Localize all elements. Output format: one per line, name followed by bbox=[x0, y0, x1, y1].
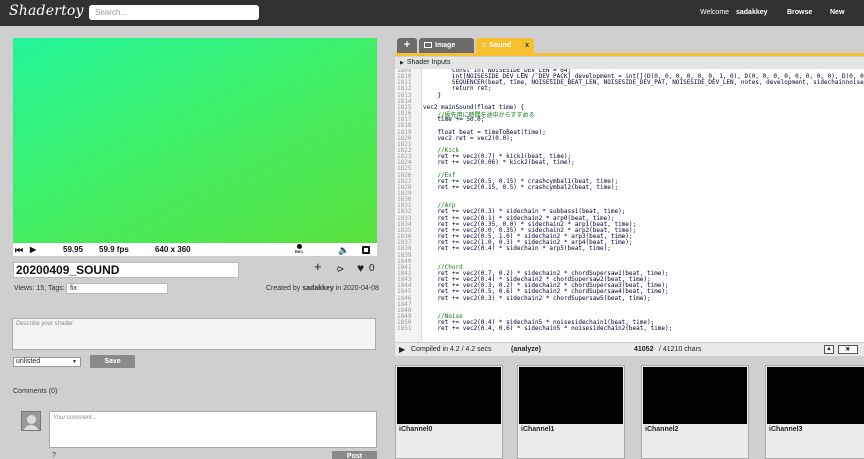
ichannel-0[interactable]: iChannel0 bbox=[395, 365, 503, 459]
user-avatar bbox=[21, 411, 41, 431]
rewind-icon[interactable]: ⏮ bbox=[15, 245, 23, 256]
tab-image-label: Image bbox=[435, 42, 456, 49]
editor-mode-value: X bbox=[845, 347, 850, 353]
close-tab-icon[interactable]: x bbox=[525, 38, 529, 53]
chars-used: 41052 bbox=[634, 346, 654, 353]
fullscreen-icon[interactable] bbox=[362, 246, 370, 254]
chars-total: / 41210 chars bbox=[659, 346, 702, 353]
top-navigation-bar: Shadertoy Welcome sadakkey Browse New bbox=[0, 0, 864, 26]
description-textarea[interactable] bbox=[12, 318, 376, 350]
username-link[interactable]: sadakkey bbox=[736, 9, 768, 16]
tab-sound-label: Sound bbox=[489, 42, 512, 49]
compile-status-bar: ▶ Compiled in 4.2 / 4.2 secs (analyze) 4… bbox=[395, 342, 864, 356]
new-shader-link[interactable]: New bbox=[830, 9, 844, 16]
monitor-icon bbox=[424, 42, 432, 49]
add-tab-button[interactable]: + bbox=[397, 38, 417, 53]
code-line[interactable]: } bbox=[423, 92, 441, 99]
like-heart-icon[interactable]: ♥ bbox=[357, 261, 364, 275]
created-prefix: Created by bbox=[266, 285, 301, 292]
privacy-value: unlisted bbox=[16, 358, 41, 365]
resolution-display: 640 x 360 bbox=[155, 245, 191, 254]
shader-preview-canvas[interactable] bbox=[13, 38, 377, 243]
comments-heading: Comments (0) bbox=[13, 388, 58, 395]
tab-sound[interactable]: ♫ Sound x bbox=[476, 38, 534, 53]
tags-input[interactable]: fix bbox=[66, 283, 168, 294]
chevron-down-icon: ▼ bbox=[72, 359, 77, 365]
analyze-link[interactable]: (analyze) bbox=[511, 343, 541, 357]
volume-icon[interactable]: 🔈 bbox=[338, 245, 349, 256]
tab-image[interactable]: Image bbox=[419, 38, 474, 53]
channel-preview[interactable] bbox=[519, 367, 623, 424]
shadertoy-logo[interactable]: Shadertoy bbox=[9, 3, 84, 19]
code-editor[interactable]: 1809 1810 1811 1812 1813 1814 1815 1816 1817 1818… bbox=[395, 69, 864, 342]
line-number: 1851 bbox=[397, 325, 412, 333]
code-line[interactable]: ret += vec2(0.15, 0.5) * crashcymbal2(be… bbox=[423, 184, 618, 191]
compile-play-icon[interactable]: ▶ bbox=[399, 343, 405, 357]
like-count: 0 bbox=[369, 263, 375, 274]
views-tags-label: Views: 15, Tags: bbox=[14, 285, 65, 292]
code-line[interactable]: ret += vec2(0.3) * sidechain2 * chordSup… bbox=[423, 295, 650, 302]
music-note-icon: ♫ bbox=[481, 42, 487, 49]
channel-label: iChannel3 bbox=[769, 426, 803, 433]
post-comment-button[interactable]: Post bbox=[332, 451, 377, 459]
channel-preview[interactable] bbox=[767, 367, 864, 424]
created-by-line: Created by sadakkey in 2020-04-08 bbox=[266, 285, 379, 292]
channel-label: iChannel0 bbox=[399, 426, 433, 433]
line-number-gutter: 1809 1810 1811 1812 1813 1814 1815 1816 1817 1818… bbox=[395, 69, 422, 342]
channel-label: iChannel1 bbox=[521, 426, 555, 433]
ichannel-1[interactable]: iChannel1 bbox=[517, 365, 625, 459]
code-line[interactable]: time += 50.0; bbox=[423, 116, 484, 123]
channel-preview[interactable] bbox=[397, 367, 501, 424]
player-controls: ⏮ ▶ 59.95 59.9 fps 640 x 360 REC 🔈 bbox=[13, 243, 377, 257]
channel-preview[interactable] bbox=[643, 367, 747, 424]
search-input[interactable] bbox=[89, 5, 259, 20]
channel-label: iChannel2 bbox=[645, 426, 679, 433]
share-icon[interactable]: ⪧ bbox=[337, 261, 344, 276]
time-display: 59.95 bbox=[63, 245, 84, 254]
editor-mode-select[interactable]: X ▼ bbox=[838, 345, 858, 354]
save-button[interactable]: Save bbox=[90, 355, 135, 368]
shader-inputs-label: Shader Inputs bbox=[406, 59, 451, 66]
ichannel-2[interactable]: iChannel2 bbox=[641, 365, 749, 459]
ichannel-3[interactable]: iChannel3 bbox=[765, 365, 864, 459]
code-line[interactable]: vec2 ret = vec2(0.0); bbox=[423, 135, 513, 142]
help-link[interactable]: ? bbox=[52, 452, 56, 459]
browse-link[interactable]: Browse bbox=[787, 9, 812, 16]
created-date: in 2020-04-08 bbox=[335, 285, 379, 292]
active-tab-underline bbox=[395, 53, 864, 56]
privacy-select[interactable]: unlisted ▼ bbox=[13, 357, 81, 367]
compile-status: Compiled in 4.2 / 4.2 secs bbox=[411, 346, 492, 353]
image-export-icon[interactable]: ▲ bbox=[824, 345, 834, 354]
rec-label: REC bbox=[294, 249, 304, 254]
editor-tab-bar: + Image ♫ Sound x bbox=[395, 36, 864, 53]
code-line[interactable]: ret += vec2(0.4, 0.6) * sidechain5 * noi… bbox=[423, 325, 672, 332]
add-to-playlist-icon[interactable]: + bbox=[314, 259, 322, 274]
code-line[interactable]: ret += vec2(0.4) * sidechain * arp5(beat… bbox=[423, 245, 610, 252]
record-icon[interactable]: REC bbox=[293, 244, 305, 256]
shader-inputs-toggle[interactable]: ▶ Shader Inputs bbox=[395, 57, 864, 69]
author-link[interactable]: sadakkey bbox=[302, 285, 334, 292]
welcome-text: Welcome bbox=[700, 9, 730, 16]
code-line[interactable]: ret += vec2(0.06) * kick2(beat, time); bbox=[423, 159, 574, 166]
play-icon[interactable]: ▶ bbox=[30, 245, 36, 254]
fps-display: 59.9 fps bbox=[99, 245, 129, 254]
comment-textarea[interactable] bbox=[49, 411, 377, 448]
shader-title-input[interactable]: 20200409_SOUND bbox=[13, 262, 239, 278]
triangle-right-icon: ▶ bbox=[400, 60, 404, 66]
